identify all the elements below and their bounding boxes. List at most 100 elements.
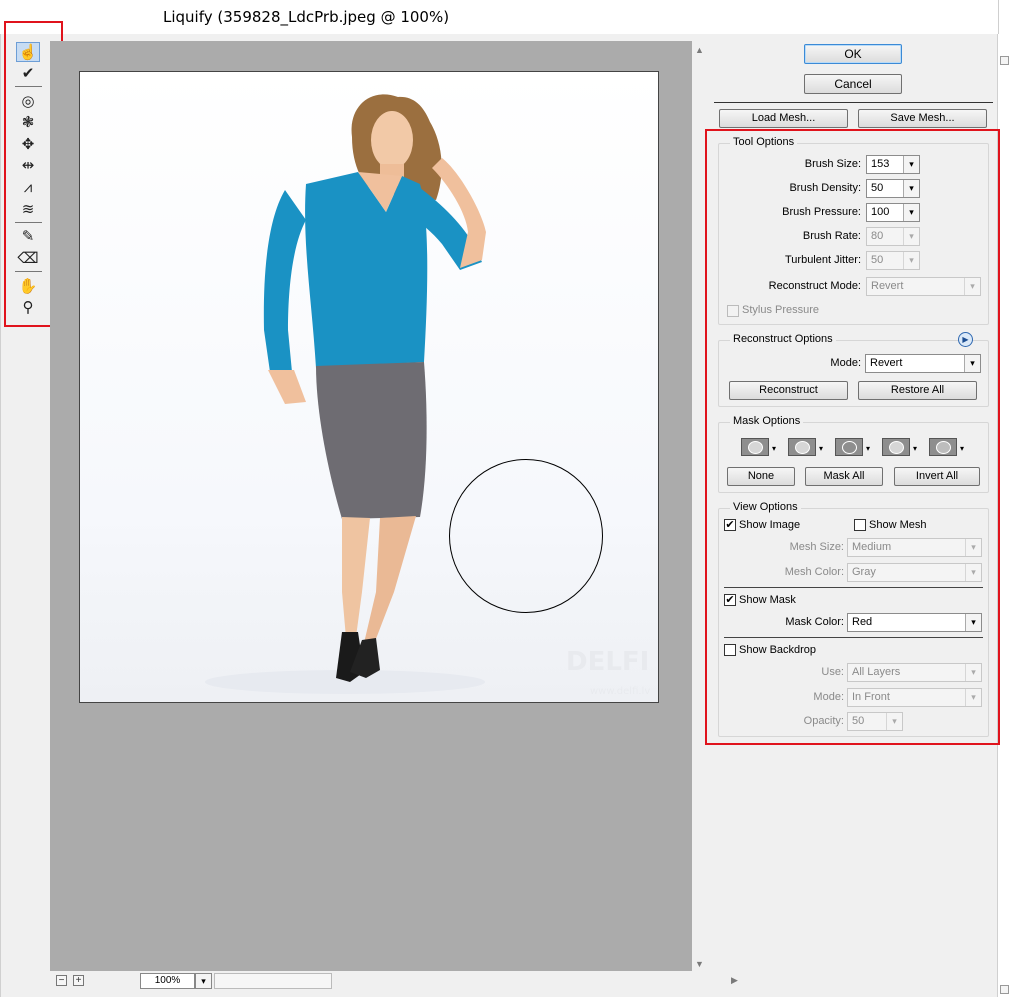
- mask-all-button[interactable]: Mask All: [805, 467, 883, 486]
- scroll-up-arrow[interactable]: ▲: [695, 45, 704, 55]
- zoom-dropdown-button[interactable]: ▾: [195, 973, 212, 989]
- show-mask-checkbox[interactable]: ✔: [724, 594, 736, 606]
- mask-color-select[interactable]: Red ▾: [847, 613, 982, 632]
- right-leg: [364, 516, 416, 644]
- intersect-with-selection-icon[interactable]: [882, 438, 910, 456]
- blouse: [305, 172, 428, 368]
- backdrop-mode-label: Mode:: [813, 691, 844, 703]
- chevron-down-icon: ▾: [964, 278, 980, 295]
- reconstruct-mode-select-label: Mode:: [830, 357, 861, 369]
- edge-handle-bottom[interactable]: [1000, 985, 1009, 994]
- show-backdrop-checkbox[interactable]: [724, 644, 736, 656]
- chevron-down-icon: ▾: [965, 664, 981, 681]
- play-icon[interactable]: ▶: [958, 332, 973, 347]
- show-mask-label: Show Mask: [739, 594, 796, 606]
- brush-rate-value: 80: [871, 230, 884, 242]
- mask-options-title: Mask Options: [730, 415, 804, 427]
- chevron-down-icon: ▾: [965, 539, 981, 556]
- reconstruct-mode-select: Revert ▾: [866, 277, 981, 296]
- brush-pressure-input[interactable]: 100 ▾: [866, 203, 920, 222]
- backdrop-mode-value: In Front: [852, 691, 890, 703]
- chevron-down-icon[interactable]: ▾: [913, 444, 917, 453]
- ok-button[interactable]: OK: [804, 44, 902, 64]
- replace-selection-icon[interactable]: [741, 438, 769, 456]
- brush-density-label: Brush Density:: [789, 182, 861, 194]
- zoom-in-button[interactable]: +: [73, 975, 84, 986]
- chevron-down-icon[interactable]: ▾: [964, 355, 980, 372]
- reconstruct-mode-value: Revert: [871, 280, 904, 292]
- watermark-subtext: www.delfi.lv: [590, 686, 650, 697]
- chevron-down-icon: ▾: [886, 713, 902, 730]
- photo-svg: DELFI www.delfi.lv: [205, 94, 650, 697]
- chevron-down-icon: ▾: [903, 252, 919, 269]
- reconstruct-mode-label: Reconstruct Mode:: [768, 280, 861, 292]
- load-mesh-button[interactable]: Load Mesh...: [719, 109, 848, 128]
- view-options-title: View Options: [730, 501, 801, 513]
- scroll-down-arrow[interactable]: ▼: [695, 959, 704, 969]
- chevron-down-icon[interactable]: ▾: [960, 444, 964, 453]
- mask-mode-glyph: [795, 441, 810, 454]
- turbulent-jitter-value: 50: [871, 254, 884, 266]
- zoom-out-button[interactable]: −: [56, 975, 67, 986]
- brush-cursor: [449, 459, 603, 613]
- invert-all-button[interactable]: Invert All: [894, 467, 980, 486]
- chevron-down-icon[interactable]: ▾: [903, 180, 919, 197]
- stylus-pressure-checkbox: [727, 305, 739, 317]
- left-sleeve: [263, 190, 306, 372]
- preview-image[interactable]: DELFI www.delfi.lv: [79, 71, 659, 703]
- face: [371, 111, 413, 169]
- mesh-color-value: Gray: [852, 566, 876, 578]
- show-image-label: Show Image: [739, 519, 801, 531]
- zoom-bar: − + 100% ▾ ▶: [50, 971, 738, 991]
- mesh-size-select: Medium ▾: [847, 538, 982, 557]
- mask-mode-glyph: [748, 441, 763, 454]
- chevron-down-icon[interactable]: ▾: [772, 444, 776, 453]
- add-to-selection-icon[interactable]: [788, 438, 816, 456]
- chevron-down-icon[interactable]: ▾: [866, 444, 870, 453]
- chevron-down-icon[interactable]: ▾: [819, 444, 823, 453]
- mask-none-button[interactable]: None: [727, 467, 795, 486]
- chevron-down-icon[interactable]: ▾: [903, 204, 919, 221]
- subtract-from-selection-icon[interactable]: [835, 438, 863, 456]
- horizontal-scrollbar[interactable]: [214, 973, 332, 989]
- restore-all-button[interactable]: Restore All: [858, 381, 977, 400]
- chevron-down-icon: ▾: [965, 564, 981, 581]
- mesh-size-value: Medium: [852, 541, 892, 553]
- show-image-checkbox[interactable]: ✔: [724, 519, 736, 531]
- panel-divider: [714, 102, 993, 103]
- invert-selection-icon[interactable]: [929, 438, 957, 456]
- backdrop-opacity-value: 50: [852, 715, 865, 727]
- backdrop-opacity-input: 50 ▾: [847, 712, 903, 731]
- window-title: Liquify (359828_LdcPrb.jpeg @ 100%): [163, 8, 450, 26]
- watermark-text: DELFI: [566, 647, 649, 677]
- save-mesh-button[interactable]: Save Mesh...: [858, 109, 987, 128]
- chevron-down-icon[interactable]: ▾: [965, 614, 981, 631]
- reconstruct-options-mode-select[interactable]: Revert ▾: [865, 354, 981, 373]
- chevron-down-icon[interactable]: ▾: [903, 156, 919, 173]
- backdrop-use-label: Use:: [821, 666, 844, 678]
- backdrop-mode-select: In Front ▾: [847, 688, 982, 707]
- brush-density-input[interactable]: 50 ▾: [866, 179, 920, 198]
- mask-mode-glyph: [936, 441, 951, 454]
- reconstruct-button[interactable]: Reconstruct: [729, 381, 848, 400]
- brush-rate-input: 80 ▾: [866, 227, 920, 246]
- mesh-color-select: Gray ▾: [847, 563, 982, 582]
- mesh-color-label: Mesh Color:: [784, 566, 844, 578]
- edge-handle-top[interactable]: [1000, 56, 1009, 65]
- backdrop-use-value: All Layers: [852, 666, 901, 678]
- mask-color-label: Mask Color:: [785, 616, 844, 628]
- cancel-button[interactable]: Cancel: [804, 74, 902, 94]
- window-edge: [999, 0, 1010, 997]
- brush-pressure-label: Brush Pressure:: [782, 206, 861, 218]
- brush-size-input[interactable]: 153 ▾: [866, 155, 920, 174]
- scroll-right-arrow[interactable]: ▶: [731, 975, 738, 986]
- show-mesh-checkbox[interactable]: [854, 519, 866, 531]
- brush-density-value: 50: [871, 182, 884, 194]
- backdrop-use-select: All Layers ▾: [847, 663, 982, 682]
- reconstruct-options-title: Reconstruct Options: [730, 333, 836, 345]
- zoom-level-field[interactable]: 100%: [140, 973, 195, 989]
- chevron-down-icon: ▾: [965, 689, 981, 706]
- stylus-pressure-label: Stylus Pressure: [742, 304, 820, 316]
- brush-rate-label: Brush Rate:: [802, 230, 861, 242]
- backdrop-opacity-label: Opacity:: [803, 715, 844, 727]
